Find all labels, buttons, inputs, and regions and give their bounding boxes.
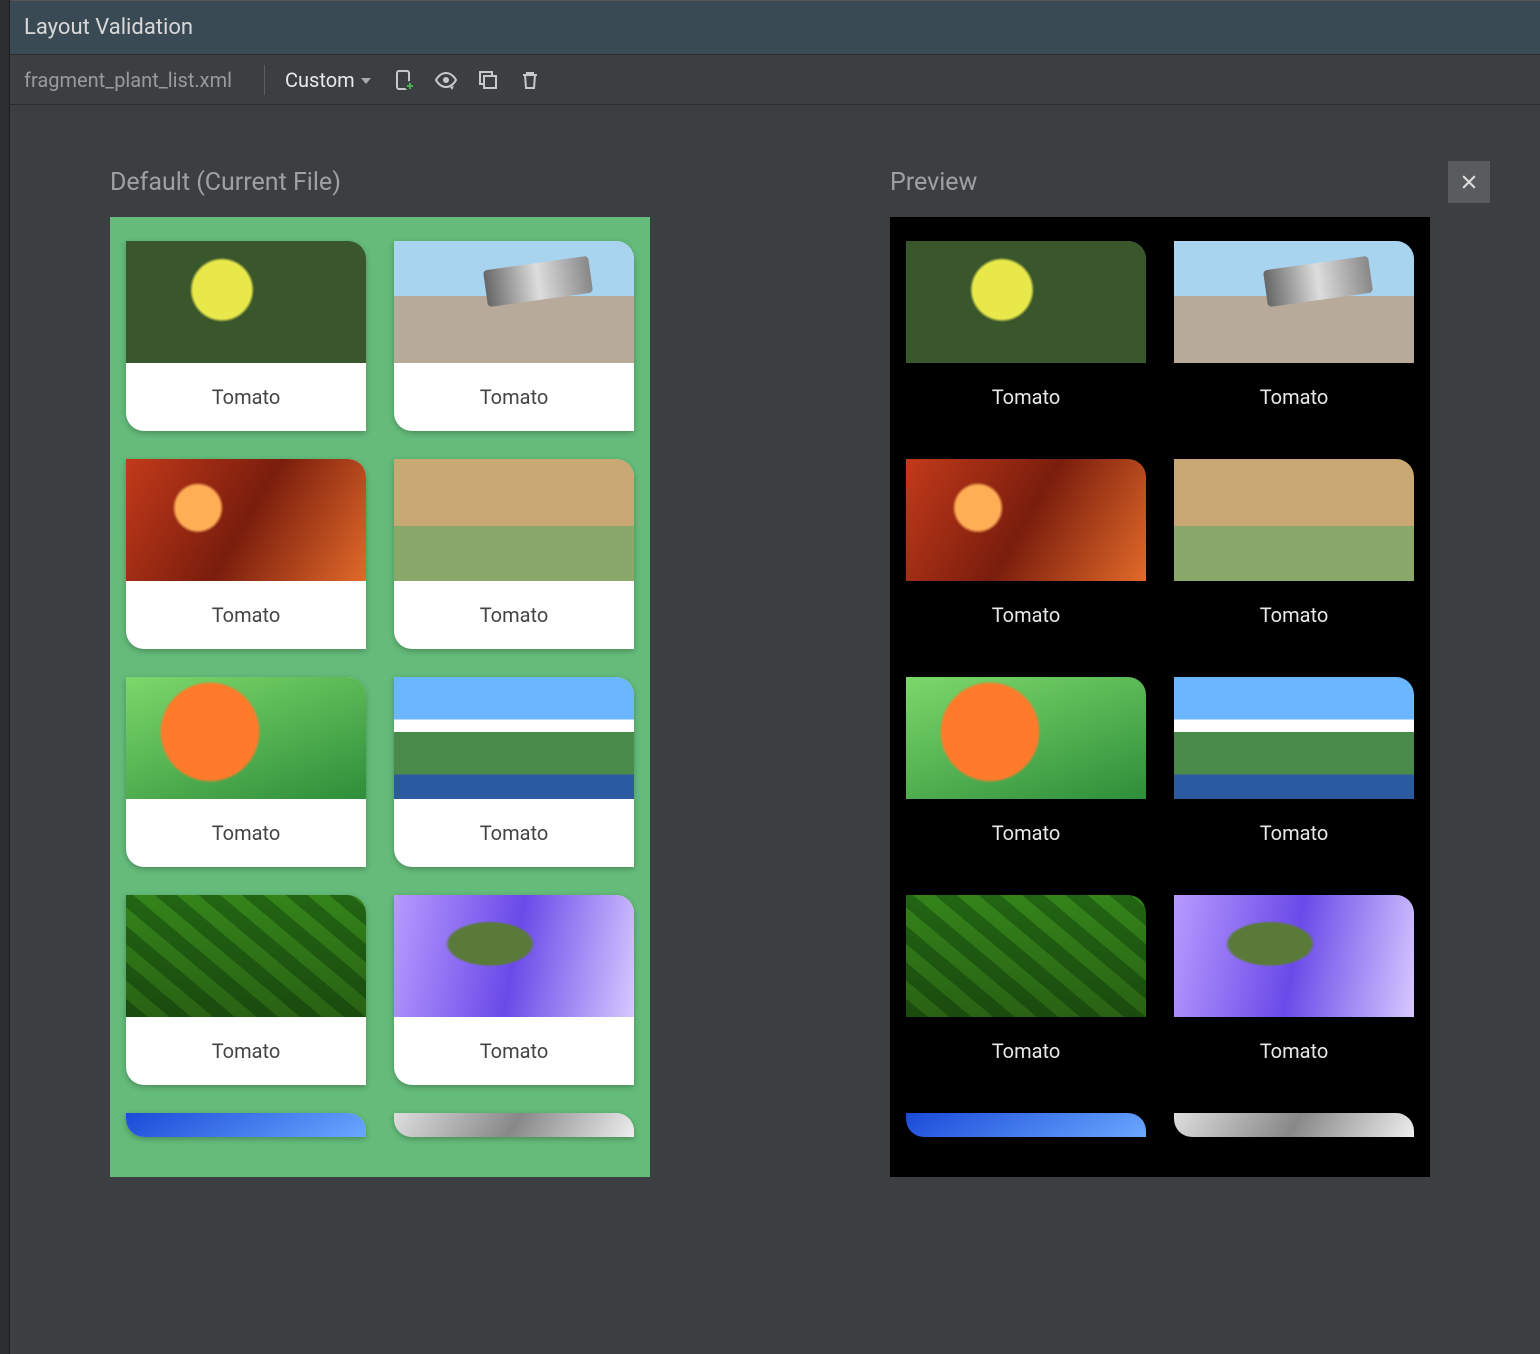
plant-label: Tomato bbox=[906, 1017, 1146, 1085]
plant-card[interactable]: Tomato bbox=[126, 459, 366, 649]
file-name-label: fragment_plant_list.xml bbox=[24, 68, 252, 92]
plant-label: Tomato bbox=[394, 581, 634, 649]
preview-grid: Tomato Tomato Tomato Tomato Tomato Tomato Toma… bbox=[906, 241, 1414, 1137]
plant-thumbnail bbox=[394, 459, 634, 581]
plant-thumbnail bbox=[1174, 895, 1414, 1017]
add-device-button[interactable] bbox=[387, 63, 421, 97]
plant-card[interactable]: Tomato bbox=[906, 459, 1146, 649]
plant-label: Tomato bbox=[1174, 363, 1414, 431]
plant-card[interactable]: Tomato bbox=[394, 1113, 634, 1137]
default-panel: Default (Current File) TomatoTomatoTomat… bbox=[110, 165, 660, 1177]
chevron-down-icon bbox=[361, 78, 371, 84]
plant-label: Tomato bbox=[394, 1017, 634, 1085]
config-dropdown-label: Custom bbox=[285, 68, 355, 92]
copy-icon bbox=[476, 68, 500, 92]
device-add-icon bbox=[392, 68, 416, 92]
plant-card[interactable]: Tomato bbox=[906, 677, 1146, 867]
plant-thumbnail bbox=[126, 241, 366, 363]
close-preview-button[interactable] bbox=[1448, 161, 1490, 203]
plant-thumbnail bbox=[1174, 459, 1414, 581]
default-device-frame: Tomato Tomato Tomato Tomato Tomato Tomato Toma… bbox=[110, 217, 650, 1177]
plant-label: Tomato bbox=[394, 799, 634, 867]
close-icon bbox=[1459, 172, 1479, 192]
window-title-bar: Layout Validation bbox=[10, 0, 1540, 55]
plant-label: Tomato bbox=[906, 363, 1146, 431]
plant-thumbnail bbox=[394, 895, 634, 1017]
plant-card[interactable]: Tomato bbox=[126, 677, 366, 867]
plant-card[interactable]: Tomato bbox=[1174, 459, 1414, 649]
plant-label: Tomato bbox=[1174, 799, 1414, 867]
config-dropdown[interactable]: Custom bbox=[277, 68, 379, 92]
plant-thumbnail bbox=[394, 677, 634, 799]
plant-label: Tomato bbox=[1174, 581, 1414, 649]
plant-card[interactable]: Tomato bbox=[1174, 895, 1414, 1085]
plant-card[interactable]: Tomato bbox=[394, 459, 634, 649]
visibility-button[interactable] bbox=[429, 63, 463, 97]
plant-card[interactable]: Tomato bbox=[906, 241, 1146, 431]
plant-thumbnail bbox=[1174, 241, 1414, 363]
delete-button[interactable] bbox=[513, 63, 547, 97]
plant-label: Tomato bbox=[1174, 1017, 1414, 1085]
plant-card[interactable]: Tomato bbox=[394, 241, 634, 431]
plant-card[interactable]: Tomato bbox=[1174, 1113, 1414, 1137]
plant-card[interactable]: Tomato bbox=[126, 1113, 366, 1137]
trash-icon bbox=[518, 68, 542, 92]
plant-card[interactable]: Tomato bbox=[394, 677, 634, 867]
plant-thumbnail bbox=[394, 241, 634, 363]
plant-thumbnail bbox=[394, 1113, 634, 1137]
plant-label: Tomato bbox=[906, 581, 1146, 649]
plant-thumbnail bbox=[906, 459, 1146, 581]
plant-label: Tomato bbox=[126, 363, 366, 431]
default-grid: Tomato Tomato Tomato Tomato Tomato Tomato Toma… bbox=[126, 241, 634, 1137]
plant-card[interactable]: Tomato bbox=[394, 895, 634, 1085]
plant-thumbnail bbox=[1174, 1113, 1414, 1137]
plant-thumbnail bbox=[906, 1113, 1146, 1137]
plant-label: Tomato bbox=[394, 363, 634, 431]
plant-thumbnail bbox=[1174, 677, 1414, 799]
plant-thumbnail bbox=[126, 895, 366, 1017]
plant-label: Tomato bbox=[126, 1017, 366, 1085]
window-title: Layout Validation bbox=[24, 15, 193, 40]
default-panel-title: Default (Current File) bbox=[110, 165, 660, 199]
layout-validation-window: Layout Validation fragment_plant_list.xm… bbox=[10, 0, 1540, 1354]
plant-card[interactable]: Tomato bbox=[126, 895, 366, 1085]
toolbar: fragment_plant_list.xml Custom bbox=[10, 55, 1540, 105]
plant-card[interactable]: Tomato bbox=[126, 241, 366, 431]
preview-panel: Preview TomatoTomatoTomatoTomatoTomatoTo… bbox=[890, 165, 1490, 1177]
preview-panel-title: Preview bbox=[890, 165, 1490, 199]
plant-thumbnail bbox=[906, 677, 1146, 799]
plant-card[interactable]: Tomato bbox=[1174, 241, 1414, 431]
ide-left-gutter bbox=[0, 0, 10, 1354]
plant-thumbnail bbox=[126, 1113, 366, 1137]
eye-icon bbox=[434, 68, 458, 92]
plant-thumbnail bbox=[126, 677, 366, 799]
toolbar-divider bbox=[264, 65, 265, 95]
copy-button[interactable] bbox=[471, 63, 505, 97]
plant-thumbnail bbox=[906, 241, 1146, 363]
preview-device-frame: Tomato Tomato Tomato Tomato Tomato Tomato Toma… bbox=[890, 217, 1430, 1177]
plant-label: Tomato bbox=[126, 799, 366, 867]
plant-label: Tomato bbox=[906, 799, 1146, 867]
plant-label: Tomato bbox=[126, 581, 366, 649]
plant-card[interactable]: Tomato bbox=[906, 1113, 1146, 1137]
plant-card[interactable]: Tomato bbox=[1174, 677, 1414, 867]
plant-thumbnail bbox=[126, 459, 366, 581]
content-area: Default (Current File) TomatoTomatoTomat… bbox=[10, 105, 1540, 1354]
plant-thumbnail bbox=[906, 895, 1146, 1017]
plant-card[interactable]: Tomato bbox=[906, 895, 1146, 1085]
